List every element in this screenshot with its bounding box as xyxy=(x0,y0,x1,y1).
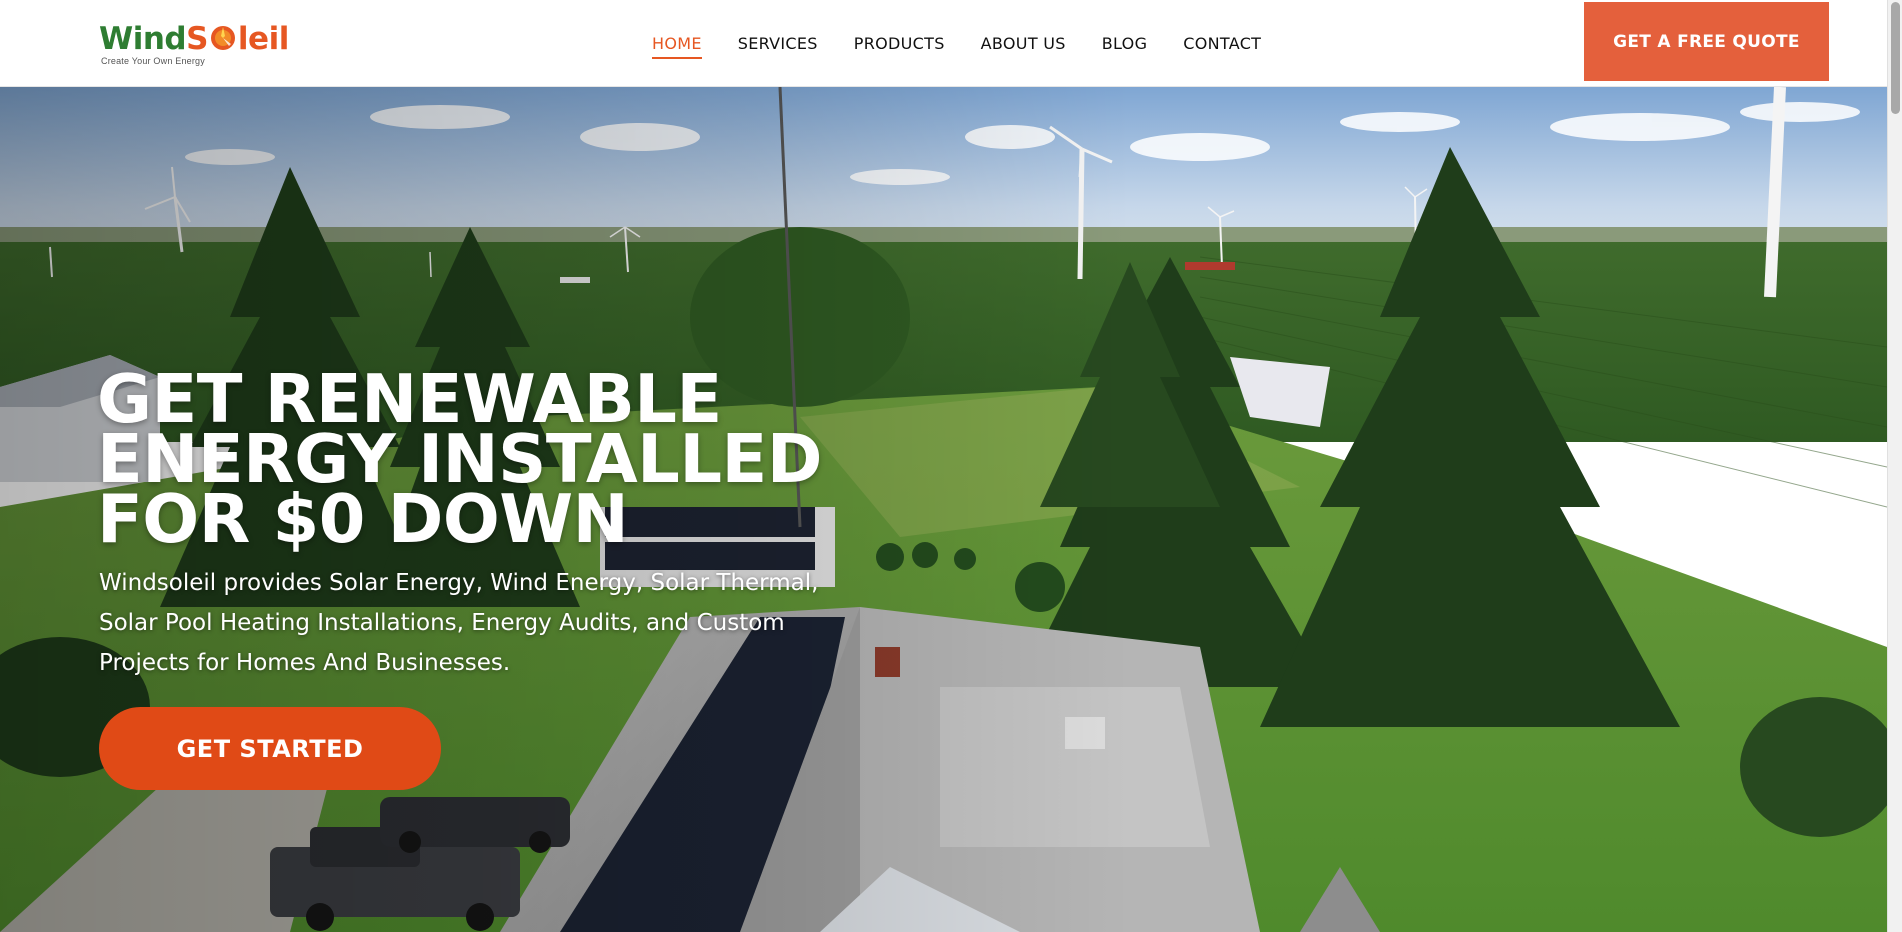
logo-s-text: S xyxy=(186,21,208,57)
logo-wind-text: Wind xyxy=(99,21,187,57)
nav-blog[interactable]: BLOG xyxy=(1102,28,1148,59)
hero-description: Windsoleil provides Solar Energy, Wind E… xyxy=(99,563,859,683)
get-started-button[interactable]: GET STARTED xyxy=(99,707,441,790)
hero-title: GET RENEWABLE ENERGY INSTALLED FOR $0 DO… xyxy=(97,366,857,558)
nav-about-us[interactable]: ABOUT US xyxy=(981,28,1066,59)
logo-tagline: Create Your Own Energy xyxy=(101,56,205,66)
logo-wordmark: WindS leil xyxy=(99,22,289,56)
hero-description-line: Projects for Homes And Businesses. xyxy=(99,650,511,676)
hero-section: GET RENEWABLE ENERGY INSTALLED FOR $0 DO… xyxy=(0,87,1887,932)
nav-home[interactable]: HOME xyxy=(652,28,702,59)
hero-description-line: Windsoleil provides Solar Energy, Wind E… xyxy=(99,570,819,596)
nav-services[interactable]: SERVICES xyxy=(738,28,818,59)
nav-products[interactable]: PRODUCTS xyxy=(854,28,945,59)
site-header: WindS leil Create Your Own Energy HOME SE… xyxy=(0,0,1887,87)
sun-icon xyxy=(209,24,237,52)
get-free-quote-button[interactable]: GET A FREE QUOTE xyxy=(1584,2,1829,81)
scrollbar-thumb[interactable] xyxy=(1891,2,1900,114)
hero-title-line: FOR $0 DOWN xyxy=(97,480,629,558)
site-logo[interactable]: WindS leil Create Your Own Energy xyxy=(99,22,289,70)
nav-contact[interactable]: CONTACT xyxy=(1183,28,1261,59)
page-scrollbar[interactable] xyxy=(1887,0,1902,932)
page: WindS leil Create Your Own Energy HOME SE… xyxy=(0,0,1902,932)
main-nav: HOME SERVICES PRODUCTS ABOUT US BLOG CON… xyxy=(652,0,1297,87)
logo-leil-text: leil xyxy=(237,21,289,57)
hero-description-line: Solar Pool Heating Installations, Energy… xyxy=(99,610,785,636)
